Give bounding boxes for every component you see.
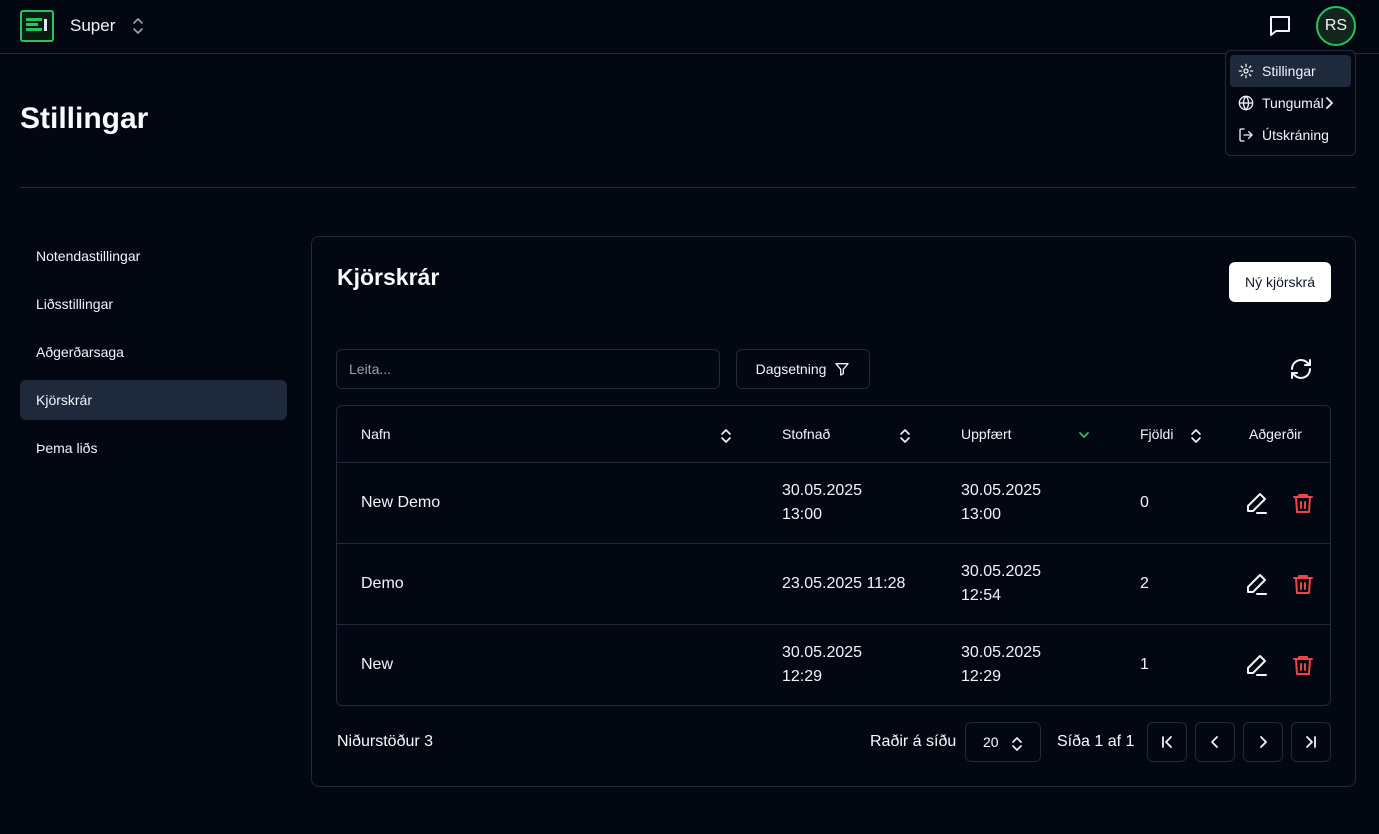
cell-updated-time: 12:54: [961, 587, 1002, 604]
table-row[interactable]: Demo 23.05.2025 11:28 30.05.2025 12:54 2: [337, 544, 1330, 625]
avatar-initials: RS: [1324, 17, 1348, 34]
rows-per-page-label: Raðir á síðu: [870, 733, 957, 750]
rows-per-page-select[interactable]: 20: [965, 722, 1041, 762]
chevrons-first-icon: [1162, 736, 1172, 748]
sidebar-item-team-settings[interactable]: Liðsstillingar: [20, 284, 287, 324]
menu-item-label: Stillingar: [1262, 63, 1316, 79]
sidebar-item-activity-log[interactable]: Aðgerðarsaga: [20, 332, 287, 372]
menu-item-language[interactable]: Tungumál: [1230, 87, 1351, 119]
edit-icon[interactable]: [1244, 572, 1268, 596]
date-filter-button[interactable]: Dagsetning: [736, 349, 870, 389]
column-header-created[interactable]: Stofnað: [782, 426, 830, 442]
sidebar-item-voter-lists[interactable]: Kjörskrár: [20, 380, 287, 420]
cell-name: New: [361, 656, 394, 673]
chevron-right-icon: [1260, 736, 1267, 748]
trash-icon[interactable]: [1291, 653, 1315, 677]
cell-count: 2: [1140, 575, 1149, 592]
settings-sidebar: Notendastillingar Liðsstillingar Aðgerða…: [20, 236, 287, 476]
next-page-button[interactable]: [1243, 722, 1283, 762]
sort-icon[interactable]: [720, 428, 732, 444]
workspace-name[interactable]: Super: [70, 16, 115, 36]
cell-created: 23.05.2025 11:28: [782, 575, 906, 592]
cell-created: 30.05.2025: [782, 644, 863, 661]
new-voter-list-button[interactable]: Ný kjörskrá: [1229, 262, 1331, 302]
cell-count: 1: [1140, 656, 1149, 673]
message-icon[interactable]: [1268, 14, 1292, 43]
cell-count: 0: [1140, 494, 1149, 511]
cell-updated: 30.05.2025: [961, 482, 1042, 499]
trash-icon[interactable]: [1291, 572, 1315, 596]
cell-created-time: 12:29: [782, 668, 823, 685]
column-header-count[interactable]: Fjöldi: [1140, 426, 1173, 442]
menu-item-logout[interactable]: Útskráning: [1230, 119, 1351, 151]
gear-icon: [1238, 63, 1254, 79]
table-row[interactable]: New 30.05.2025 12:29 30.05.2025 12:29 1: [337, 625, 1330, 706]
cell-created-time: 13:00: [782, 506, 823, 523]
table-header: Nafn Stofnað Uppfært Fjöldi Aðgerðir: [337, 406, 1330, 463]
cell-name: New Demo: [361, 494, 441, 511]
sort-icon[interactable]: [1190, 428, 1202, 444]
rows-per-page-value: 20: [983, 734, 999, 750]
globe-icon: [1238, 95, 1254, 111]
card-title: Kjörskrár: [337, 264, 440, 290]
cell-updated: 30.05.2025: [961, 563, 1042, 580]
avatar[interactable]: RS: [1316, 6, 1356, 46]
cell-updated: 30.05.2025: [961, 644, 1042, 661]
page-title: Stillingar: [20, 102, 149, 135]
logo-icon[interactable]: [20, 10, 54, 42]
first-page-button[interactable]: [1147, 722, 1187, 762]
column-header-updated[interactable]: Uppfært: [961, 426, 1012, 442]
chevrons-last-icon: [1306, 736, 1316, 748]
cell-updated-time: 13:00: [961, 506, 1002, 523]
last-page-button[interactable]: [1291, 722, 1331, 762]
column-header-name[interactable]: Nafn: [361, 426, 391, 442]
sidebar-item-user-settings[interactable]: Notendastillingar: [20, 236, 287, 276]
chevron-up-down-icon: [1012, 737, 1022, 751]
trash-icon[interactable]: [1291, 491, 1315, 515]
results-count: Niðurstöður 3: [337, 733, 434, 750]
divider: [20, 187, 1356, 188]
top-bar: Super RS: [0, 0, 1379, 54]
chevron-up-down-icon[interactable]: [131, 17, 145, 40]
cell-name: Demo: [361, 575, 404, 592]
voter-lists-card: Kjörskrár Ný kjörskrá Dagsetning Nafn St…: [311, 236, 1356, 787]
menu-item-label: Útskráning: [1262, 127, 1329, 143]
page-info: Síða 1 af 1: [1057, 733, 1135, 750]
user-menu: Stillingar Tungumál Útskráning: [1225, 50, 1356, 156]
chevron-right-icon: [1326, 97, 1333, 109]
chevron-down-icon[interactable]: [1078, 430, 1090, 440]
cell-updated-time: 12:29: [961, 668, 1002, 685]
refresh-icon[interactable]: [1289, 357, 1313, 386]
table-row[interactable]: New Demo 30.05.2025 13:00 30.05.2025 13:…: [337, 463, 1330, 544]
edit-icon[interactable]: [1244, 653, 1268, 677]
sort-icon[interactable]: [899, 428, 911, 444]
menu-item-label: Tungumál: [1262, 95, 1324, 111]
previous-page-button[interactable]: [1195, 722, 1235, 762]
filter-icon: [835, 363, 850, 376]
search-input[interactable]: [336, 349, 720, 389]
cell-created: 30.05.2025: [782, 482, 863, 499]
voter-lists-table: Nafn Stofnað Uppfært Fjöldi Aðgerðir New…: [336, 405, 1331, 706]
edit-icon[interactable]: [1244, 491, 1268, 515]
date-filter-label: Dagsetning: [755, 361, 827, 377]
sidebar-item-team-theme[interactable]: Þema liðs: [20, 428, 287, 468]
chevron-left-icon: [1211, 736, 1218, 748]
menu-item-settings[interactable]: Stillingar: [1230, 55, 1351, 87]
column-header-actions: Aðgerðir: [1249, 426, 1302, 442]
logout-icon: [1239, 128, 1253, 142]
